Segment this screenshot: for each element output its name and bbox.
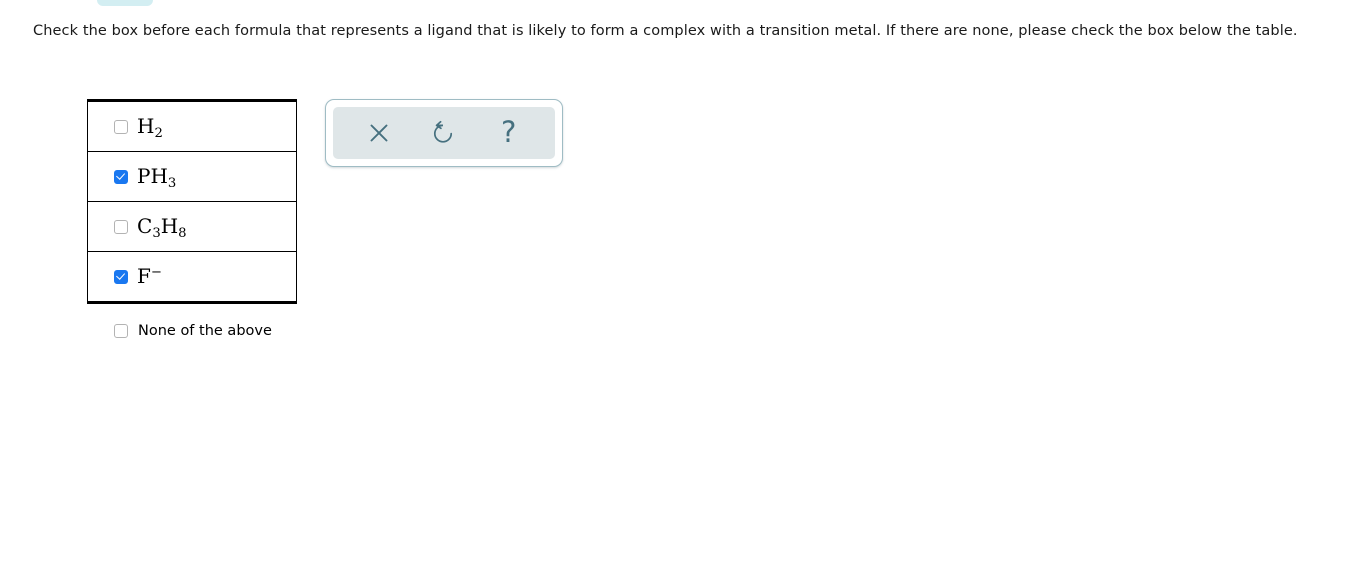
close-icon: [368, 122, 390, 144]
checkbox-ph3[interactable]: [114, 169, 128, 184]
tool-palette: ?: [325, 99, 563, 167]
formula-fluoride: F−: [137, 266, 162, 286]
table-row[interactable]: C3H8: [87, 201, 297, 252]
none-of-the-above-label: None of the above: [138, 323, 272, 339]
table-row[interactable]: H2: [88, 101, 297, 152]
checkbox-fluoride[interactable]: [114, 269, 128, 284]
formula-text: PH: [137, 163, 168, 188]
formula-superscript: −: [150, 264, 162, 280]
formula-subscript: 3: [167, 175, 177, 191]
table-row[interactable]: PH3: [87, 151, 297, 202]
help-button[interactable]: ?: [489, 113, 529, 153]
formula-subscript: 3: [152, 225, 161, 241]
table-cell[interactable]: F−: [87, 251, 297, 303]
help-icon: ?: [500, 114, 517, 149]
table-cell[interactable]: H2: [88, 101, 297, 152]
undo-button[interactable]: [424, 113, 464, 153]
top-tab-indicator: [97, 0, 153, 6]
formula-text: H: [160, 213, 179, 238]
checkbox-h2[interactable]: [114, 119, 128, 134]
tool-palette-inner: ?: [333, 107, 555, 159]
prompt-text: Check the box before each formula that r…: [33, 23, 1298, 39]
formula-text: H: [137, 113, 155, 138]
formula-h2: H2: [137, 113, 163, 140]
formula-subscript: 2: [154, 125, 163, 141]
checkbox-none-of-the-above[interactable]: [114, 324, 128, 338]
checkbox-c3h8[interactable]: [114, 219, 128, 234]
formula-c3h8: C3H8: [137, 213, 187, 240]
table-cell[interactable]: PH3: [87, 151, 297, 202]
table-row[interactable]: F−: [87, 251, 297, 303]
formula-ph3: PH3: [137, 163, 176, 190]
none-of-the-above-row[interactable]: None of the above: [114, 323, 272, 339]
table-cell[interactable]: C3H8: [87, 201, 297, 252]
formula-text: F: [137, 263, 151, 288]
formula-text: C: [137, 213, 153, 238]
formula-subscript: 8: [178, 225, 187, 241]
clear-button[interactable]: [359, 113, 399, 153]
formula-table: H2 PH3 C3H8 F−: [87, 99, 297, 304]
undo-icon: [432, 120, 456, 146]
